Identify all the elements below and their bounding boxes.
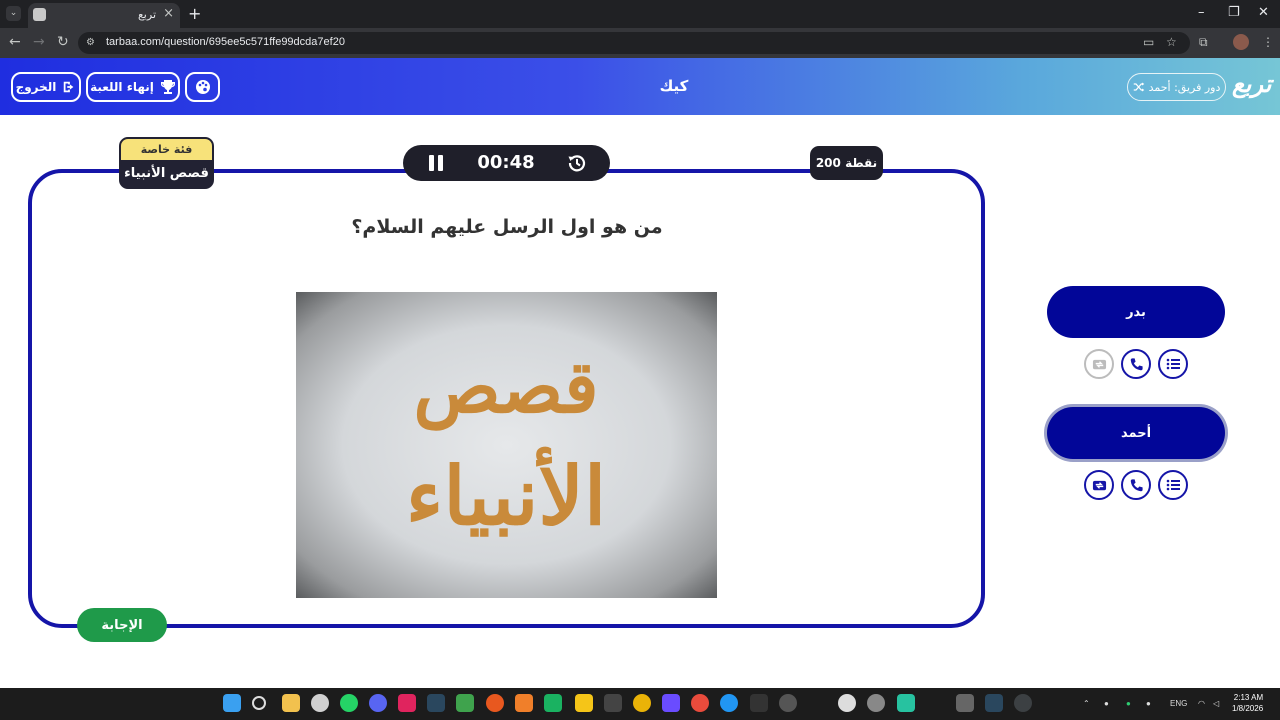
team-ahmed-list-aid[interactable] — [1158, 470, 1188, 500]
system-clock[interactable]: 2:13 AM 1/8/2026 — [1232, 692, 1263, 714]
language-indicator[interactable]: ENG — [1170, 699, 1187, 708]
question-text: من هو اول الرسل عليهم السلام؟ — [351, 216, 663, 238]
panda-icon[interactable] — [838, 694, 856, 712]
reset-timer-icon[interactable] — [567, 153, 587, 173]
app-a-icon[interactable] — [515, 694, 533, 712]
app-gamepad-icon[interactable] — [956, 694, 974, 712]
category-title: كيك — [659, 77, 689, 95]
exit-button[interactable]: الخروج — [11, 72, 81, 102]
swap-icon — [1092, 359, 1106, 369]
minimize-icon[interactable]: – — [1198, 5, 1205, 20]
tab-title: تربع — [137, 8, 156, 21]
minecraft-icon[interactable] — [456, 694, 474, 712]
tray-green-icon[interactable]: ● — [1126, 699, 1131, 708]
team-name: أحمد — [1120, 425, 1152, 441]
extensions-icon[interactable]: ⧉ — [1199, 35, 1208, 50]
team-badr-swap-aid-used — [1084, 349, 1114, 379]
question-image: قصص الأنبياء — [296, 292, 717, 598]
url-text[interactable]: tarbaa.com/question/695ee5c571ffe99dcda7… — [106, 36, 345, 48]
chrome-active-icon[interactable] — [1014, 694, 1032, 712]
category-tag: فئة خاصة — [121, 139, 212, 160]
chrome-canary-icon[interactable] — [720, 694, 738, 712]
calligraphy-image: قصص الأنبياء — [406, 344, 606, 543]
file-explorer-icon[interactable] — [282, 694, 300, 712]
timer-value: 00:48 — [477, 152, 535, 173]
app-yellow-icon[interactable] — [575, 694, 593, 712]
browser-menu-icon[interactable]: ⋮ — [1262, 35, 1274, 49]
app-dark-icon[interactable] — [750, 694, 768, 712]
timer: 00:48 — [403, 145, 610, 181]
app-logo[interactable]: تربع — [1232, 70, 1271, 98]
bookmark-star-icon[interactable]: ☆ — [1166, 35, 1177, 49]
profile-avatar[interactable] — [1233, 34, 1249, 50]
list-icon — [1166, 358, 1180, 370]
search-icon[interactable] — [252, 696, 266, 710]
end-game-button[interactable]: إنهاء اللعبة — [86, 72, 180, 102]
steam-icon[interactable] — [427, 694, 445, 712]
image-text-line1: قصص — [413, 344, 598, 431]
clock-time: 2:13 AM — [1233, 693, 1264, 702]
palette-icon — [195, 80, 210, 94]
volume-icon[interactable]: ◁ — [1213, 699, 1219, 708]
team-name: بدر — [1126, 304, 1146, 320]
app-s-icon[interactable] — [544, 694, 562, 712]
team-card-badr[interactable]: بدر — [1047, 286, 1225, 338]
team-card-ahmed[interactable]: أحمد — [1047, 407, 1225, 459]
clock-date: 1/8/2026 — [1232, 704, 1264, 713]
tray-mic-icon[interactable]: ● — [1146, 699, 1151, 708]
site-info-icon[interactable]: ⚙ — [86, 37, 95, 48]
close-window-icon[interactable]: ✕ — [1258, 5, 1269, 20]
team-badr-phone-aid[interactable] — [1121, 349, 1151, 379]
palette-button[interactable] — [185, 72, 220, 102]
app-bm-icon[interactable] — [604, 694, 622, 712]
team-ahmed-phone-aid[interactable] — [1121, 470, 1151, 500]
start-icon[interactable] — [223, 694, 241, 712]
browser-tab[interactable]: تربع × — [28, 3, 180, 28]
app-round-icon[interactable] — [867, 694, 885, 712]
whatsapp-icon[interactable] — [340, 694, 358, 712]
steam-running-icon[interactable] — [985, 694, 1003, 712]
pause-icon[interactable] — [427, 154, 445, 172]
app-k-icon[interactable] — [398, 694, 416, 712]
shuffle-icon — [1133, 82, 1144, 92]
image-text-line2: الأنبياء — [406, 445, 606, 543]
exit-label: الخروج — [15, 80, 57, 94]
category-badge: فئة خاصة قصص الأنبياء — [119, 137, 214, 189]
turn-label: دور فريق: أحمد — [1148, 80, 1221, 94]
end-game-label: إنهاء اللعبة — [90, 80, 154, 94]
new-tab-icon[interactable]: + — [188, 4, 201, 23]
exit-icon — [64, 81, 74, 93]
turn-indicator[interactable]: دور فريق: أحمد — [1127, 73, 1226, 101]
list-icon — [1166, 479, 1180, 491]
maximize-icon[interactable]: ❐ — [1228, 5, 1240, 20]
tray-chevron-icon[interactable]: ⌃ — [1083, 699, 1090, 708]
reload-icon[interactable]: ↻ — [57, 34, 69, 50]
trophy-icon — [160, 80, 175, 94]
category-name: قصص الأنبياء — [124, 166, 209, 181]
team-ahmed-swap-aid[interactable] — [1084, 470, 1114, 500]
tab-favicon-icon — [33, 8, 46, 21]
app-green-icon[interactable] — [897, 694, 915, 712]
speed-icon[interactable] — [779, 694, 797, 712]
tray-steam-icon[interactable]: ● — [1104, 699, 1109, 708]
forward-icon[interactable]: → — [33, 34, 45, 50]
settings-icon[interactable] — [311, 694, 329, 712]
close-tab-icon[interactable]: × — [163, 6, 174, 21]
answer-button[interactable]: الإجابة — [77, 608, 167, 642]
chrome-beta-icon[interactable] — [691, 694, 709, 712]
origin-icon[interactable] — [486, 694, 504, 712]
points-badge: 200 نقطة — [810, 146, 883, 180]
discord-icon[interactable] — [369, 694, 387, 712]
swap-icon — [1092, 480, 1106, 490]
cast-icon[interactable]: ▭ — [1143, 35, 1154, 49]
app-purple-icon[interactable] — [662, 694, 680, 712]
phone-icon — [1130, 357, 1143, 370]
tab-search-icon[interactable]: ⌄ — [6, 6, 21, 21]
phone-icon — [1130, 478, 1143, 491]
wifi-icon[interactable]: ◠ — [1198, 699, 1205, 708]
back-icon[interactable]: ← — [9, 34, 21, 50]
team-badr-list-aid[interactable] — [1158, 349, 1188, 379]
chrome-icon[interactable] — [633, 694, 651, 712]
